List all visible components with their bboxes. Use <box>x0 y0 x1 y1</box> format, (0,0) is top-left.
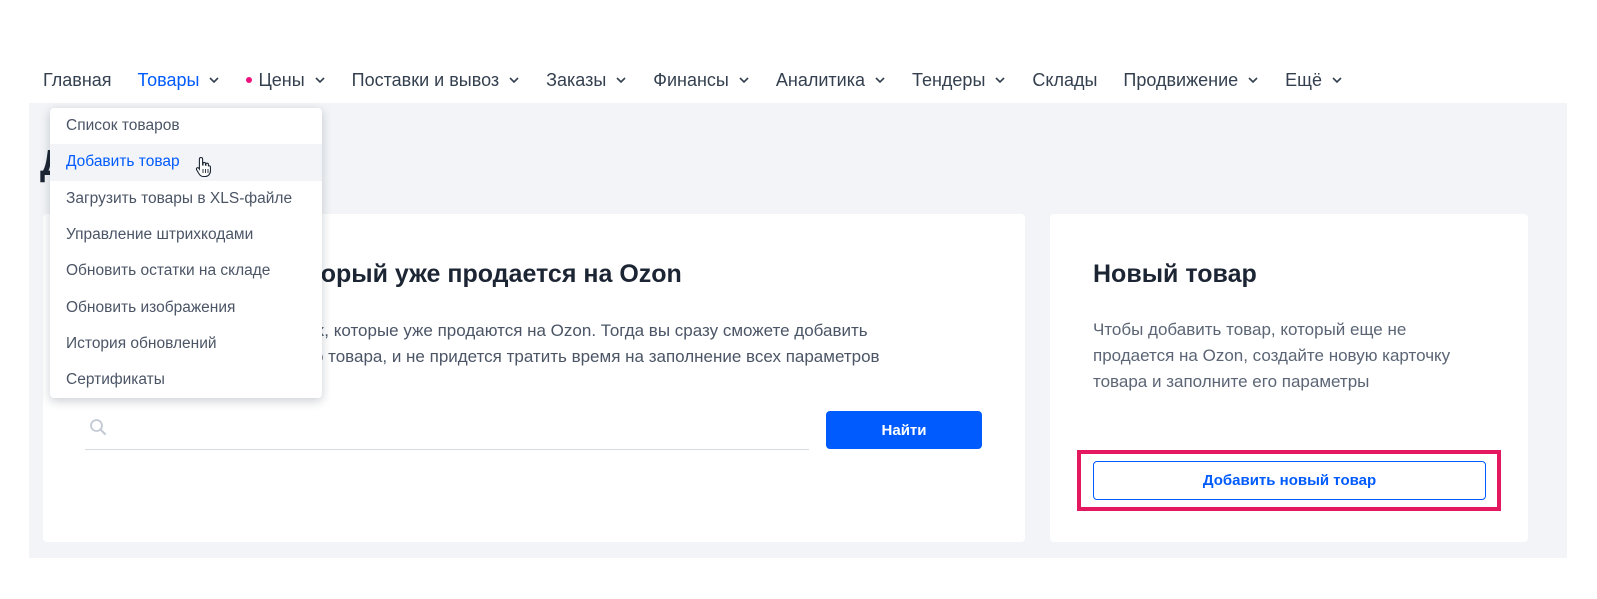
menu-item-update-stock[interactable]: Обновить остатки на складе <box>50 253 322 289</box>
new-product-card: Новый товар Чтобы добавить товар, которы… <box>1050 214 1528 542</box>
nav-item-prices[interactable]: Цены <box>246 70 325 91</box>
top-nav: Главная Товары Цены Поставки и вывоз Зак… <box>43 64 1369 96</box>
nav-item-products[interactable]: Товары <box>138 70 221 91</box>
search-input[interactable] <box>117 414 797 444</box>
menu-item-certificates[interactable]: Сертификаты <box>50 362 322 398</box>
search-icon <box>90 419 106 435</box>
nav-item-orders[interactable]: Заказы <box>546 70 627 91</box>
nav-item-analytics[interactable]: Аналитика <box>776 70 886 91</box>
new-product-title: Новый товар <box>1093 260 1257 288</box>
nav-item-warehouses[interactable]: Склады <box>1032 70 1097 91</box>
nav-item-promotion[interactable]: Продвижение <box>1123 70 1259 91</box>
nav-item-finance[interactable]: Финансы <box>653 70 750 91</box>
nav-item-label: Цены <box>258 69 305 90</box>
chevron-down-icon <box>1248 77 1258 84</box>
products-dropdown-menu: Список товаров Добавить товар Загрузить … <box>50 108 322 398</box>
menu-item-product-list[interactable]: Список товаров <box>50 108 322 144</box>
nav-item-label: Аналитика <box>775 69 865 90</box>
menu-item-update-images[interactable]: Обновить изображения <box>50 289 322 325</box>
nav-item-supplies[interactable]: Поставки и вывоз <box>352 70 520 91</box>
hand-cursor-icon <box>195 156 212 178</box>
nav-item-label: Тендеры <box>911 69 986 90</box>
menu-item-add-product[interactable]: Добавить товар <box>50 144 322 181</box>
chevron-down-icon <box>1332 77 1342 84</box>
new-product-description: Чтобы добавить товар, который еще не про… <box>1093 320 1451 391</box>
notification-dot <box>246 77 253 83</box>
nav-item-label: Поставки и вывоз <box>351 69 500 90</box>
chevron-down-icon <box>995 77 1005 84</box>
search-field <box>85 410 809 450</box>
nav-item-label: Заказы <box>546 69 607 90</box>
chevron-down-icon <box>209 77 220 84</box>
nav-item-label: Склады <box>1032 69 1098 90</box>
nav-item-label: Товары <box>137 69 200 90</box>
chevron-down-icon <box>739 77 749 84</box>
nav-item-label: Ещё <box>1285 69 1322 90</box>
nav-item-label: Финансы <box>653 69 729 90</box>
chevron-down-icon <box>509 77 519 84</box>
nav-item-label: Главная <box>43 69 112 90</box>
add-new-product-button[interactable]: Добавить новый товар <box>1093 461 1486 500</box>
menu-item-update-history[interactable]: История обновлений <box>50 326 322 362</box>
find-button[interactable]: Найти <box>826 411 982 449</box>
chevron-down-icon <box>875 77 885 84</box>
nav-item-label: Продвижение <box>1123 69 1239 90</box>
chevron-down-icon <box>616 77 626 84</box>
chevron-down-icon <box>315 77 325 84</box>
menu-item-barcodes[interactable]: Управление штрихкодами <box>50 217 322 253</box>
nav-item-more[interactable]: Ещё <box>1285 70 1343 91</box>
nav-item-tenders[interactable]: Тендеры <box>912 70 1006 91</box>
nav-item-main[interactable]: Главная <box>43 70 112 91</box>
menu-item-upload-xls[interactable]: Загрузить товары в XLS-файле <box>50 181 322 217</box>
